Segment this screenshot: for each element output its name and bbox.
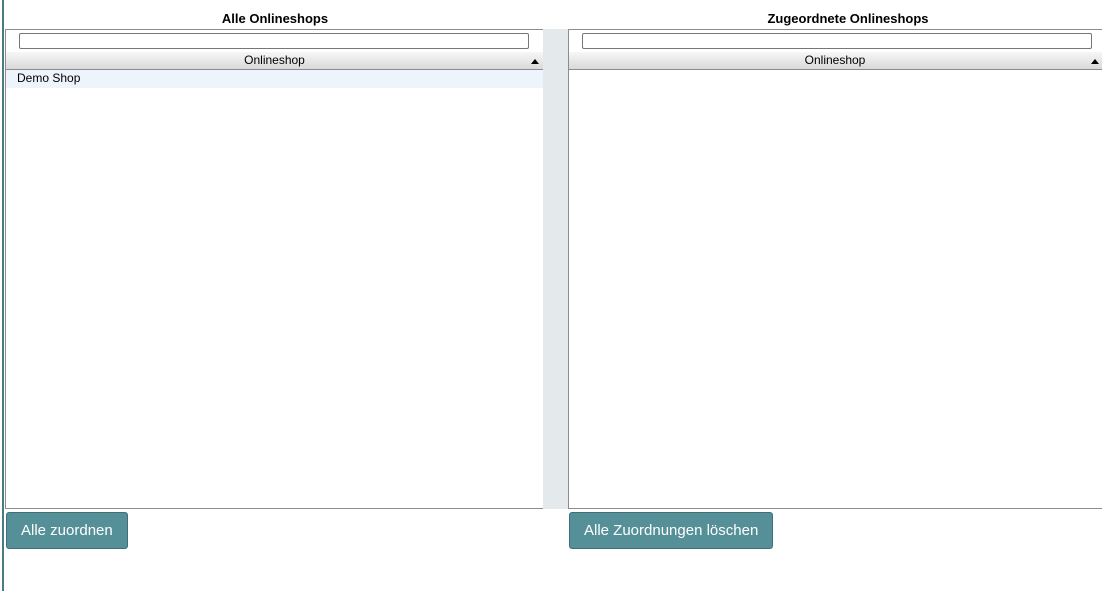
sort-ascending-icon[interactable] (531, 59, 539, 64)
assigned-shops-filter-input[interactable] (582, 33, 1092, 49)
onlineshop-column-header[interactable]: Onlineshop (6, 52, 543, 70)
sort-ascending-icon[interactable] (1091, 59, 1099, 64)
column-header-label: Onlineshop (244, 53, 305, 67)
assign-all-button[interactable]: Alle zuordnen (6, 512, 128, 549)
left-edge-rule (2, 0, 4, 591)
all-shops-grid: Onlineshop Demo Shop (5, 29, 544, 509)
filter-row (6, 30, 543, 52)
table-row[interactable]: Demo Shop (6, 70, 543, 88)
onlineshop-column-header[interactable]: Onlineshop (569, 52, 1102, 70)
column-header-label: Onlineshop (804, 53, 866, 67)
panel-gutter (543, 29, 569, 509)
delete-all-assignments-button[interactable]: Alle Zuordnungen löschen (569, 512, 774, 549)
all-shops-title: Alle Onlineshops (221, 11, 329, 26)
all-shops-filter-input[interactable] (19, 33, 529, 49)
assigned-shops-title: Zugeordnete Onlineshops (767, 11, 929, 26)
assigned-shops-grid: Onlineshop (568, 29, 1102, 509)
filter-row (569, 30, 1102, 52)
